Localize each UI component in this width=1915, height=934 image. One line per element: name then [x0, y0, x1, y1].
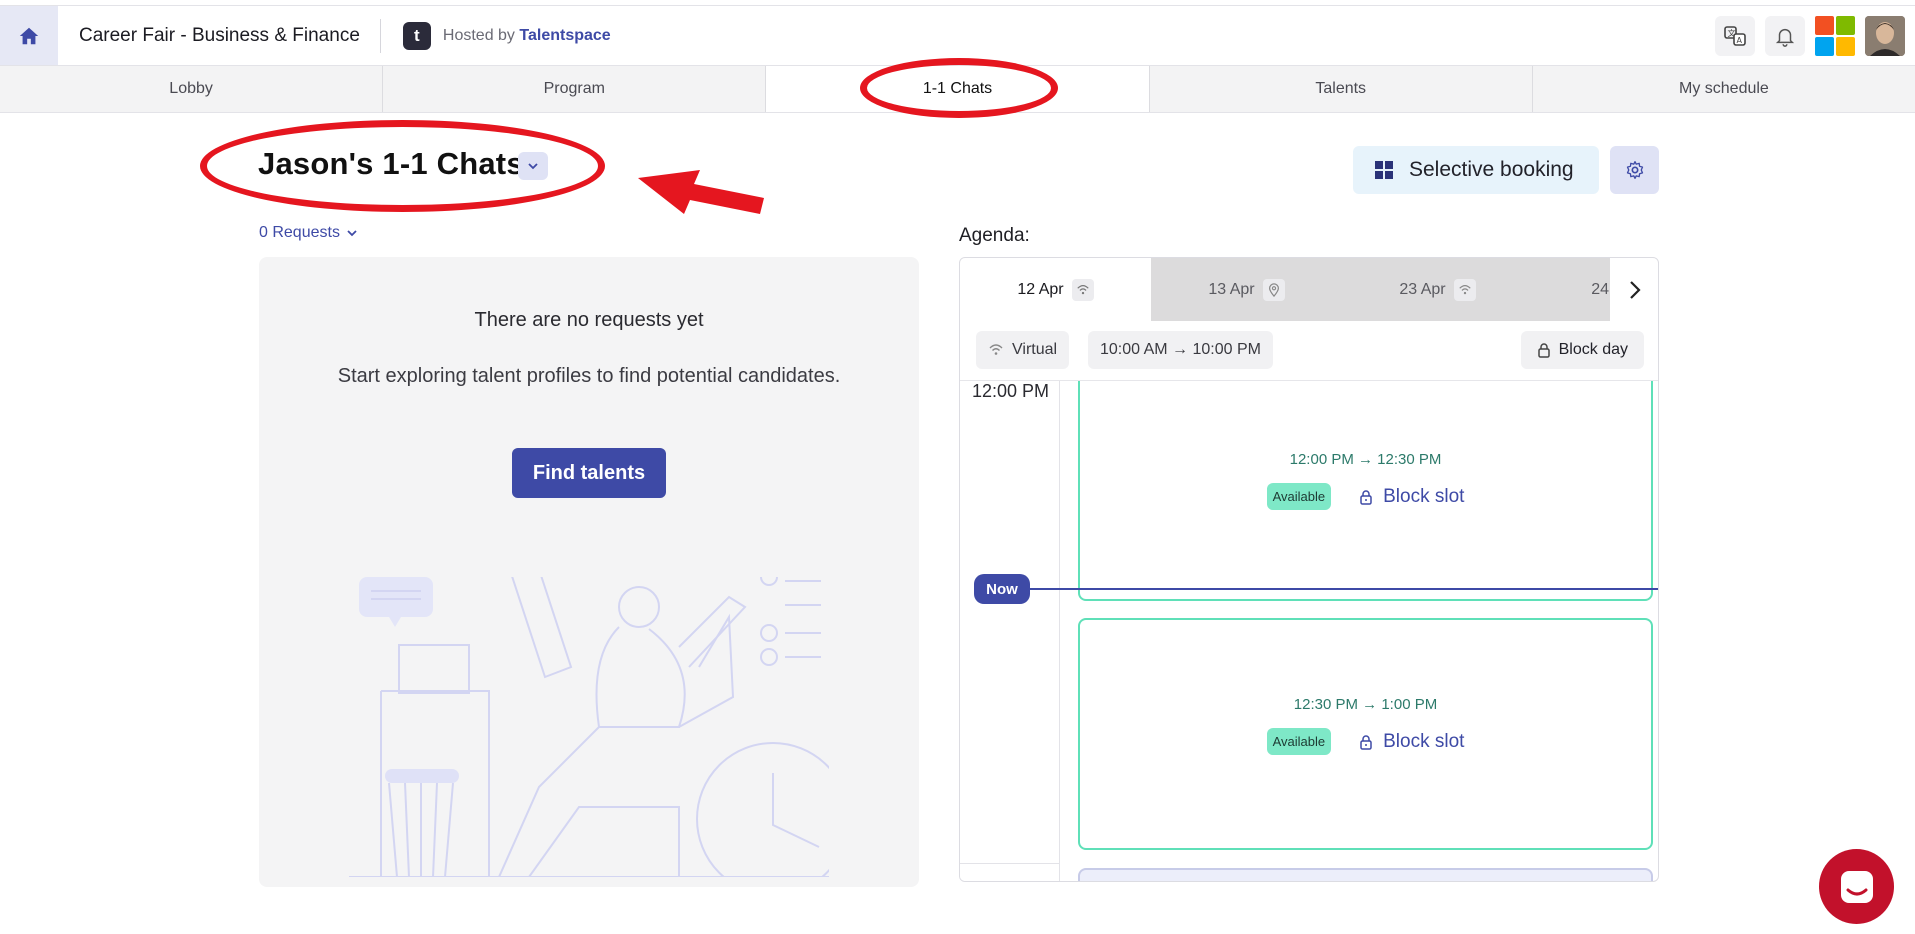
tab-1-1-chats[interactable]: 1-1 Chats [766, 66, 1150, 112]
block-day-label: Block day [1558, 341, 1628, 358]
time-slot-next[interactable] [1078, 868, 1653, 881]
microsoft-logo[interactable] [1815, 16, 1855, 56]
location-pin-icon [1262, 278, 1285, 301]
status-badge: Available [1266, 483, 1332, 510]
svg-text:A: A [1737, 36, 1743, 45]
settings-button[interactable] [1610, 146, 1659, 194]
hosted-by: Hosted by Talentspace [443, 27, 611, 45]
translate-icon: 文 A [1724, 26, 1746, 46]
hours-label: 10:00 AM → 10:00 PM [1100, 341, 1261, 358]
wifi-icon [989, 344, 1003, 355]
day-label: 13 Apr [1208, 280, 1255, 298]
hour-divider [960, 863, 1060, 864]
tab-lobby[interactable]: Lobby [0, 66, 384, 112]
mode-label: Virtual [1012, 341, 1058, 358]
day-label: 12 Apr [1017, 280, 1064, 298]
slot-actions: Available Block slot [1080, 728, 1651, 755]
day-tab-23-apr[interactable]: 23 Apr [1342, 258, 1533, 321]
slot-time: 12:00 PM → 12:30 PM [1289, 451, 1442, 468]
empty-state-title: There are no requests yet [474, 309, 704, 331]
lock-icon [1360, 489, 1372, 505]
hosted-brand-link[interactable]: Talentspace [519, 27, 610, 44]
slot-actions: Available Block slot [1080, 483, 1651, 510]
host-logo: t [402, 21, 431, 50]
block-slot-label: Block slot [1383, 730, 1465, 752]
user-avatar[interactable] [1865, 16, 1905, 56]
slot-time: 12:30 PM → 1:00 PM [1293, 696, 1438, 713]
block-slot-button[interactable]: Block slot [1359, 731, 1464, 753]
tab-talents[interactable]: Talents [1149, 66, 1533, 112]
chevron-down-icon [528, 163, 538, 170]
block-slot-label: Block slot [1383, 485, 1465, 507]
annotation-arrow [638, 170, 764, 214]
chat-widget-button[interactable] [1819, 849, 1894, 924]
day-label: 24 [1591, 280, 1609, 298]
agenda-filters: Virtual 10:00 AM → 10:00 PM Block day [960, 321, 1658, 381]
tab-my-schedule[interactable]: My schedule [1532, 66, 1915, 112]
wifi-icon [1453, 278, 1476, 301]
requests-label: 0 Requests [259, 224, 340, 241]
time-column: 12:00 PM [960, 381, 1060, 881]
time-slot[interactable]: 12:30 PM → 1:00 PM Available Block slot [1078, 618, 1653, 850]
mode-chip: Virtual [976, 331, 1070, 369]
empty-state-illustration [349, 577, 829, 877]
event-title: Career Fair - Business & Finance [79, 18, 381, 53]
agenda-panel: 12 Apr 13 Apr 23 Apr 24 Virtual 10:00 AM… [959, 257, 1659, 882]
home-icon [19, 27, 39, 44]
next-days-button[interactable] [1610, 258, 1658, 321]
gear-icon [1626, 161, 1643, 179]
main-tabs: Lobby Program 1-1 Chats Talents My sched… [0, 65, 1915, 113]
hours-chip: 10:00 AM → 10:00 PM [1088, 331, 1273, 369]
selective-booking-label: Selective booking [1409, 158, 1574, 181]
requests-toggle[interactable]: 0 Requests [259, 224, 358, 242]
lock-icon [1537, 343, 1550, 358]
find-talents-button[interactable]: Find talents [512, 448, 666, 498]
now-badge: Now [974, 574, 1030, 604]
day-tab-24-apr[interactable]: 24 [1533, 258, 1613, 321]
wifi-icon [1071, 278, 1094, 301]
chevron-down-icon [347, 230, 357, 237]
top-bar: Career Fair - Business & Finance t Hoste… [0, 5, 1915, 66]
day-label: 23 Apr [1399, 280, 1446, 298]
notifications-button[interactable] [1765, 16, 1805, 56]
top-right-actions: 文 A [1715, 16, 1905, 56]
block-day-button[interactable]: Block day [1520, 331, 1644, 369]
page-title: Jason's 1-1 Chats [258, 146, 524, 181]
day-tab-12-apr[interactable]: 12 Apr [960, 258, 1151, 321]
block-slot-button[interactable]: Block slot [1359, 486, 1464, 508]
tab-program[interactable]: Program [383, 66, 767, 112]
selective-booking-button[interactable]: Selective booking [1353, 146, 1599, 194]
translate-button[interactable]: 文 A [1715, 16, 1755, 56]
user-avatar-image [1865, 16, 1905, 56]
chat-icon [1840, 870, 1873, 903]
agenda-label: Agenda: [959, 225, 1030, 246]
title-dropdown-button[interactable] [518, 152, 548, 180]
bell-icon [1775, 28, 1795, 47]
day-tab-13-apr[interactable]: 13 Apr [1151, 258, 1342, 321]
hosted-prefix: Hosted by [442, 26, 515, 44]
empty-state-text: Start exploring talent profiles to find … [337, 365, 841, 387]
grid-icon [1375, 161, 1393, 179]
agenda-day-tabs: 12 Apr 13 Apr 23 Apr 24 [960, 258, 1658, 321]
time-label: 12:00 PM [972, 381, 1050, 401]
home-button[interactable] [0, 5, 58, 66]
requests-panel: There are no requests yet Start explorin… [259, 257, 919, 887]
chevron-right-icon [1630, 280, 1641, 299]
now-line [1012, 588, 1658, 590]
status-badge: Available [1266, 728, 1332, 755]
lock-icon [1360, 734, 1372, 750]
time-slot[interactable]: 12:00 PM → 12:30 PM Available Block slot [1078, 381, 1653, 601]
